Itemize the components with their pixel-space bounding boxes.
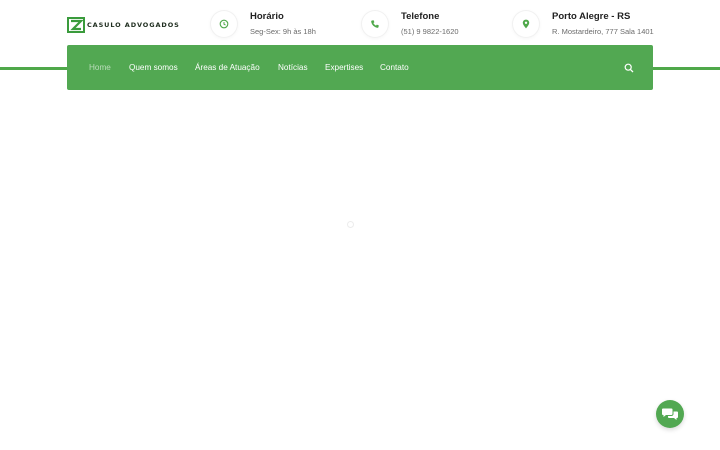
info-hours: Horário Seg-Sex: 9h às 18h [211,10,316,37]
clock-icon [211,11,237,37]
nav-item-noticias[interactable]: Notícias [278,62,308,73]
nav-item-contato[interactable]: Contato [380,62,409,73]
info-phone: Telefone (51) 9 9822-1620 [362,10,459,37]
logo-mark-icon [67,17,85,33]
main-navbar: Home Quem somos Áreas de Atuação Notícia… [67,45,653,90]
address-value: R. Mostardeiro, 777 Sala 1401 [552,27,654,36]
loading-spinner-icon [347,221,354,228]
search-icon[interactable] [624,63,634,73]
phone-icon [362,11,388,37]
nav-item-areas-de-atuacao[interactable]: Áreas de Atuação [195,62,260,73]
logo-text: CASULO ADVOGADOS [87,21,180,29]
phone-value[interactable]: (51) 9 9822-1620 [401,27,459,37]
hours-title: Horário [250,11,284,22]
phone-title: Telefone [401,11,440,22]
nav-item-quem-somos[interactable]: Quem somos [129,62,178,73]
chat-button[interactable] [656,400,684,428]
address-title: Porto Alegre - RS [552,11,631,22]
nav-item-home[interactable]: Home [89,62,111,73]
top-header: CASULO ADVOGADOS Horário Seg-Sex: 9h às … [0,0,720,50]
nav-item-expertises[interactable]: Expertises [325,62,363,73]
map-pin-icon [513,11,539,37]
site-logo[interactable]: CASULO ADVOGADOS [67,17,180,33]
hours-value: Seg-Sex: 9h às 18h [250,27,316,36]
chat-bubbles-icon [662,408,678,420]
info-address: Porto Alegre - RS R. Mostardeiro, 777 Sa… [513,10,654,37]
